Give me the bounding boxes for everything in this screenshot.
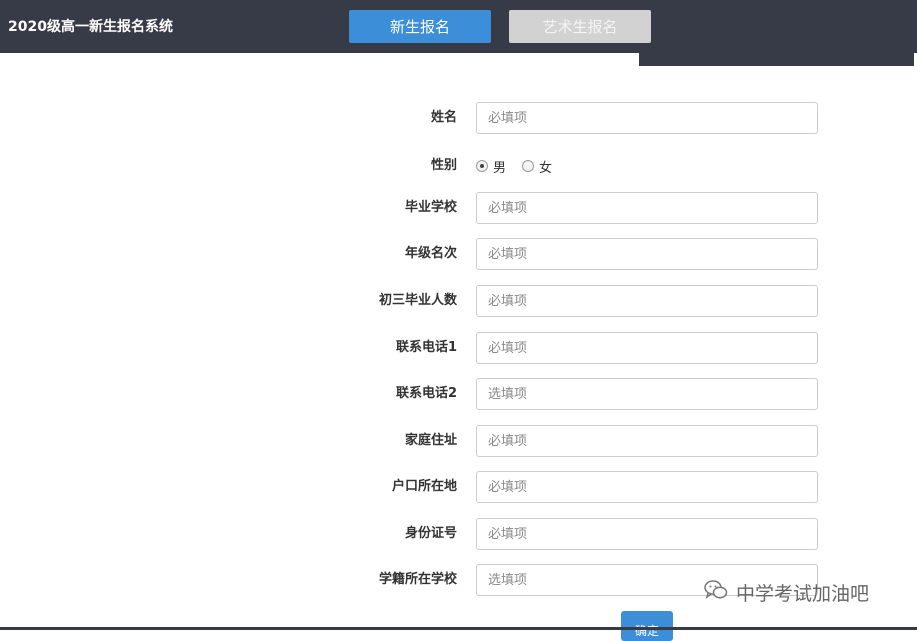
- form-row-graduation-school: 毕业学校: [0, 192, 917, 224]
- form-row-gender: 性别 男 女: [0, 150, 917, 182]
- form-row-phone-1: 联系电话1: [0, 332, 917, 364]
- watermark: 中学考试加油吧: [704, 576, 869, 608]
- radio-checked-icon[interactable]: [476, 160, 488, 172]
- home-address-input[interactable]: [476, 425, 818, 457]
- gender-label: 性别: [430, 158, 457, 173]
- form-row-graduating-count: 初三毕业人数: [0, 285, 917, 317]
- phone-2-input[interactable]: [476, 378, 818, 410]
- household-registration-label: 户口所在地: [391, 479, 457, 494]
- graduation-school-label: 毕业学校: [404, 200, 457, 215]
- gender-radio-group: 男 女: [476, 150, 568, 182]
- phone-1-label: 联系电话1: [395, 340, 457, 355]
- household-registration-input[interactable]: [476, 471, 818, 503]
- phone-1-input[interactable]: [476, 332, 818, 364]
- form-row-id-number: 身份证号: [0, 518, 917, 550]
- tab-new-student-registration[interactable]: 新生报名: [349, 10, 491, 43]
- top-bar-extension: [639, 53, 914, 66]
- grade-rank-input[interactable]: [476, 238, 818, 270]
- gender-option-female[interactable]: 女: [522, 157, 552, 176]
- radio-unchecked-icon[interactable]: [522, 160, 535, 172]
- phone-2-label: 联系电话2: [395, 386, 457, 401]
- watermark-text: 中学考试加油吧: [736, 582, 870, 605]
- id-number-label: 身份证号: [404, 526, 457, 541]
- home-address-label: 家庭住址: [404, 433, 457, 448]
- form-row-home-address: 家庭住址: [0, 425, 917, 457]
- app-title: 2020级高一新生报名系统: [8, 19, 173, 35]
- graduating-count-label: 初三毕业人数: [378, 293, 457, 308]
- gender-option-male-label: 男: [493, 160, 507, 176]
- grade-rank-label: 年级名次: [404, 246, 457, 261]
- wechat-icon: [704, 579, 728, 606]
- graduating-count-input[interactable]: [476, 285, 818, 317]
- gender-option-male[interactable]: 男: [476, 157, 506, 176]
- submit-button[interactable]: 确定: [621, 611, 673, 641]
- name-label: 姓名: [430, 110, 457, 125]
- form-row-grade-rank: 年级名次: [0, 238, 917, 270]
- tab-art-student-registration[interactable]: 艺术生报名: [509, 10, 651, 43]
- gender-option-female-label: 女: [539, 160, 553, 176]
- form-row-phone-2: 联系电话2: [0, 378, 917, 410]
- form-row-household-registration: 户口所在地: [0, 471, 917, 503]
- enrollment-school-label: 学籍所在学校: [378, 572, 457, 587]
- id-number-input[interactable]: [476, 518, 818, 550]
- name-input[interactable]: [476, 102, 818, 134]
- form-row-name: 姓名: [0, 102, 917, 134]
- graduation-school-input[interactable]: [476, 192, 818, 224]
